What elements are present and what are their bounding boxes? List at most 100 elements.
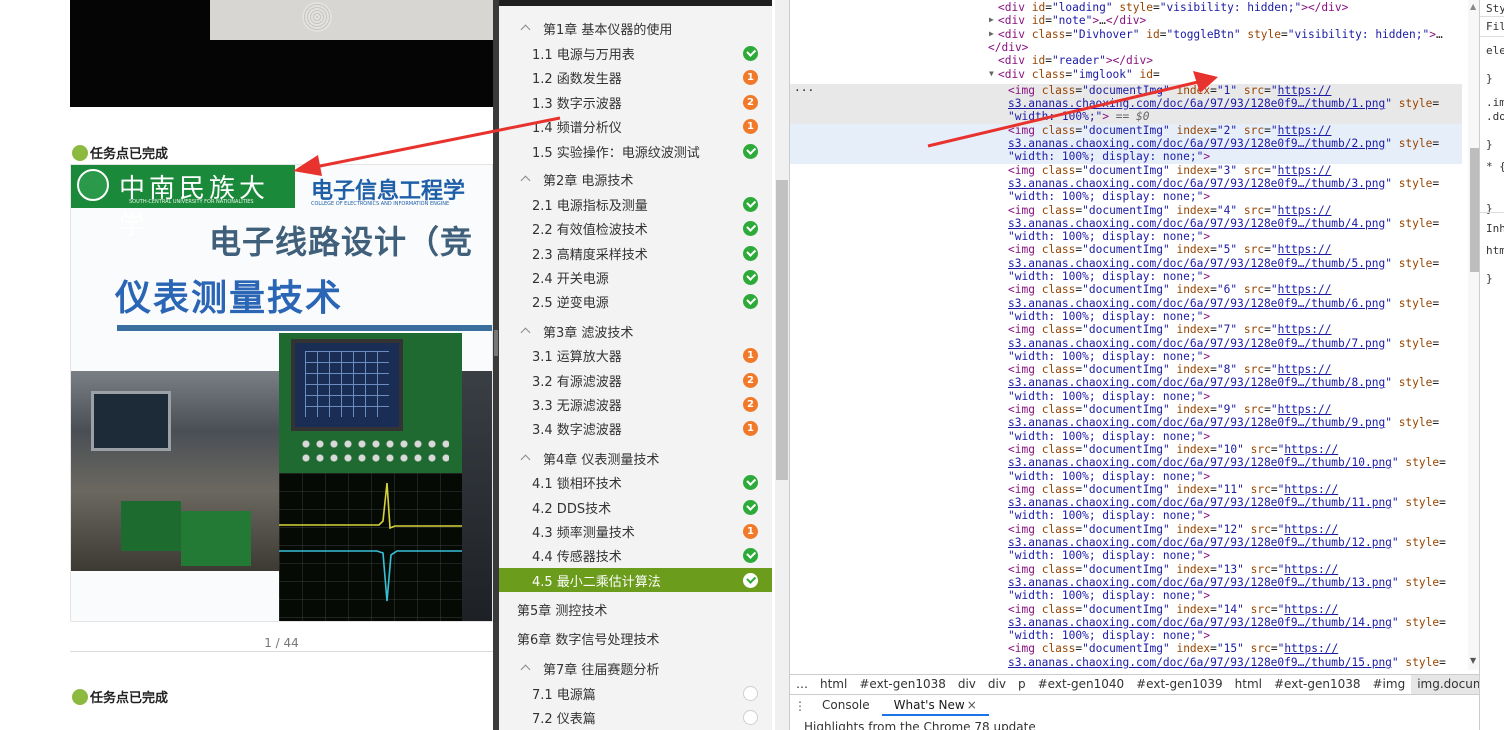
dom-node-line[interactable]: s3.ananas.chaoxing.com/doc/6a/97/93/128e… xyxy=(790,137,1462,151)
breadcrumb-item[interactable]: img.documentImg xyxy=(1411,675,1479,694)
dom-node-line[interactable]: <img class="documentImg" index="13" src=… xyxy=(790,563,1462,576)
tree-section-item[interactable]: 4.1 锁相环技术 xyxy=(499,470,772,494)
splitter-grip-icon[interactable] xyxy=(494,330,498,356)
tree-section-item[interactable]: 7.1 电源篇 xyxy=(499,681,772,705)
tree-section-item[interactable]: 4.2 DDS技术 xyxy=(499,495,772,519)
dom-node-line[interactable]: <img class="documentImg" index="10" src=… xyxy=(790,443,1462,456)
chevron-up-icon[interactable] xyxy=(521,453,531,463)
breadcrumb-item[interactable]: #img xyxy=(1367,675,1412,694)
tree-section-item[interactable]: 4.4 传感器技术 xyxy=(499,543,772,567)
dom-node-line[interactable]: s3.ananas.chaoxing.com/doc/6a/97/93/128e… xyxy=(790,456,1462,469)
breadcrumb-item[interactable]: p xyxy=(1012,675,1032,694)
breadcrumb-item[interactable]: #ext-gen1038 xyxy=(1268,675,1367,694)
dom-node-line[interactable]: s3.ananas.chaoxing.com/doc/6a/97/93/128e… xyxy=(790,656,1462,669)
dom-node-line[interactable]: <img class="documentImg" index="11" src=… xyxy=(790,483,1462,496)
dom-node-line[interactable]: <img class="documentImg" index="15" src=… xyxy=(790,642,1462,655)
scroll-up-icon[interactable]: ▲ xyxy=(1470,2,1476,11)
tree-chapter-item[interactable]: 第5章 测控技术 xyxy=(499,597,772,621)
breadcrumb-item[interactable]: html xyxy=(1229,675,1268,694)
tree-section-item[interactable]: 2.1 电源指标及测量 xyxy=(499,192,772,216)
tree-section-item[interactable]: 1.3 数字示波器 2 xyxy=(499,90,772,114)
selected-dom-node[interactable]: s3.ananas.chaoxing.com/doc/6a/97/93/128e… xyxy=(790,97,1462,111)
dom-node-line[interactable]: <img class="documentImg" index="8" src="… xyxy=(790,363,1462,376)
chevron-up-icon[interactable] xyxy=(521,23,531,33)
tree-section-item[interactable]: 4.3 频率测量技术 1 xyxy=(499,519,772,543)
dom-node-line[interactable]: s3.ananas.chaoxing.com/doc/6a/97/93/128e… xyxy=(790,297,1462,310)
tree-section-item[interactable]: 3.2 有源滤波器 2 xyxy=(499,368,772,392)
selected-dom-node[interactable]: <img class="documentImg" index="1" src="… xyxy=(790,83,1462,98)
dom-node-line[interactable]: s3.ananas.chaoxing.com/doc/6a/97/93/128e… xyxy=(790,616,1462,629)
dom-node-line[interactable]: s3.ananas.chaoxing.com/doc/6a/97/93/128e… xyxy=(790,576,1462,589)
tree-section-item[interactable]: 1.5 实验操作：电源纹波测试 xyxy=(499,139,772,163)
dom-node-line[interactable]: "width: 100%; display: none;"> xyxy=(790,190,1462,203)
dom-node-line[interactable]: ▶ <div id="note">…</div> xyxy=(790,14,1462,27)
breadcrumb-overflow[interactable]: … xyxy=(790,675,814,694)
dom-node-line[interactable]: "width: 100%; display: none;"> xyxy=(790,310,1462,323)
more-actions-icon[interactable]: ··· xyxy=(794,84,814,97)
tree-section-item[interactable]: 4.5 最小二乘估计算法 xyxy=(499,568,772,592)
dom-node-line[interactable]: <img class="documentImg" index="7" src="… xyxy=(790,323,1462,336)
tree-chapter-item[interactable]: 第7章 往届赛题分析 xyxy=(499,656,772,680)
tree-chapter-item[interactable]: 第6章 数字信号处理技术 xyxy=(499,626,772,650)
dom-node-line[interactable]: s3.ananas.chaoxing.com/doc/6a/97/93/128e… xyxy=(790,257,1462,270)
tree-section-item[interactable]: 3.4 数字滤波器 1 xyxy=(499,416,772,440)
dom-node-line[interactable]: <img class="documentImg" index="6" src="… xyxy=(790,283,1462,296)
dom-node-line[interactable]: s3.ananas.chaoxing.com/doc/6a/97/93/128e… xyxy=(790,536,1462,549)
tree-chapter-item[interactable]: 第1章 基本仪器的使用 xyxy=(499,16,772,40)
breadcrumb-item[interactable]: div xyxy=(952,675,982,694)
dom-scrollbar-thumb[interactable] xyxy=(1470,148,1479,272)
video-player[interactable] xyxy=(70,0,493,107)
dom-node-line[interactable]: "width: 100%; display: none;"> xyxy=(790,629,1462,642)
tree-chapter-item[interactable]: 第4章 仪表测量技术 xyxy=(499,446,772,470)
tab-console[interactable]: Console xyxy=(810,695,882,716)
dom-node-line[interactable]: "width: 100%; display: none;"> xyxy=(790,549,1462,562)
tab-styles[interactable]: Sty xyxy=(1486,2,1504,15)
expand-triangle-closed-icon[interactable]: ▶ xyxy=(989,14,997,24)
tree-section-item[interactable]: 1.2 函数发生器 1 xyxy=(499,65,772,89)
tree-chapter-item[interactable]: 第2章 电源技术 xyxy=(499,167,772,191)
dom-node-line[interactable]: "width: 100%; display: none;"> xyxy=(790,430,1462,443)
dom-node-line[interactable]: "width: 100%; display: none;"> xyxy=(790,589,1462,602)
tree-scrollbar[interactable] xyxy=(775,0,789,730)
dom-node-line[interactable]: s3.ananas.chaoxing.com/doc/6a/97/93/128e… xyxy=(790,177,1462,190)
breadcrumb-item[interactable]: html xyxy=(814,675,853,694)
chevron-up-icon[interactable] xyxy=(521,663,531,673)
dom-node-line[interactable]: <img class="documentImg" index="12" src=… xyxy=(790,523,1462,536)
dom-node-line[interactable]: ▼ <div class="imglook" id= xyxy=(790,68,1462,81)
dom-node-line[interactable]: "width: 100%; display: none;"> xyxy=(790,390,1462,403)
selected-dom-node[interactable]: "width: 100%;"> == $0 xyxy=(790,110,1462,124)
dom-node-line[interactable]: "width: 100%; display: none;"> xyxy=(790,270,1462,283)
tree-section-item[interactable]: 1.4 频谱分析仪 1 xyxy=(499,114,772,138)
styles-filter-input[interactable]: Filt xyxy=(1486,20,1504,33)
dom-node-line[interactable]: "width: 100%; display: none;"> xyxy=(790,509,1462,522)
breadcrumb-item[interactable]: div xyxy=(982,675,1012,694)
chevron-up-icon[interactable] xyxy=(521,326,531,336)
dom-node-line[interactable]: s3.ananas.chaoxing.com/doc/6a/97/93/128e… xyxy=(790,337,1462,350)
tree-section-item[interactable]: 2.2 有效值检波技术 xyxy=(499,216,772,240)
dom-node-line[interactable]: <img class="documentImg" index="9" src="… xyxy=(790,403,1462,416)
dom-node-line[interactable]: s3.ananas.chaoxing.com/doc/6a/97/93/128e… xyxy=(790,217,1462,230)
tree-section-item[interactable]: 3.3 无源滤波器 2 xyxy=(499,392,772,416)
drawer-menu-icon[interactable]: ⋮ xyxy=(790,699,810,713)
close-icon[interactable]: × xyxy=(967,698,977,712)
expand-triangle-closed-icon[interactable]: ▶ xyxy=(989,28,997,38)
dom-node-line[interactable]: ▶ <div class="Divhover" id="toggleBtn" st… xyxy=(790,28,1462,41)
tree-section-item[interactable]: 1.1 电源与万用表 xyxy=(499,41,772,65)
tree-section-item[interactable]: 7.2 仪表篇 xyxy=(499,705,772,729)
tree-section-item[interactable]: 3.1 运算放大器 1 xyxy=(499,343,772,367)
dom-node-line[interactable]: "width: 100%; display: none;"> xyxy=(790,470,1462,483)
dom-node-line[interactable]: "width: 100%; display: none;"> xyxy=(790,350,1462,363)
dom-tree-scrollbar[interactable]: ▲ ▼ xyxy=(1468,0,1479,670)
chevron-up-icon[interactable] xyxy=(521,174,531,184)
tree-section-item[interactable]: 2.3 高精度采样技术 xyxy=(499,241,772,265)
breadcrumb-item[interactable]: #ext-gen1038 xyxy=(853,675,952,694)
tree-section-item[interactable]: 2.4 开关电源 xyxy=(499,265,772,289)
breadcrumb-item[interactable]: #ext-gen1039 xyxy=(1130,675,1229,694)
dom-node-line[interactable]: <img class="documentImg" index="3" src="… xyxy=(790,164,1462,177)
dom-node-line[interactable]: <div id="loading" style="visibility: hid… xyxy=(790,1,1462,14)
dom-node-line[interactable]: s3.ananas.chaoxing.com/doc/6a/97/93/128e… xyxy=(790,376,1462,389)
dom-node-line[interactable]: s3.ananas.chaoxing.com/doc/6a/97/93/128e… xyxy=(790,496,1462,509)
dom-node-line[interactable]: <div id="reader"></div> xyxy=(790,54,1462,67)
tree-chapter-item[interactable]: 第3章 滤波技术 xyxy=(499,319,772,343)
tree-section-item[interactable]: 2.5 逆变电源 xyxy=(499,289,772,313)
